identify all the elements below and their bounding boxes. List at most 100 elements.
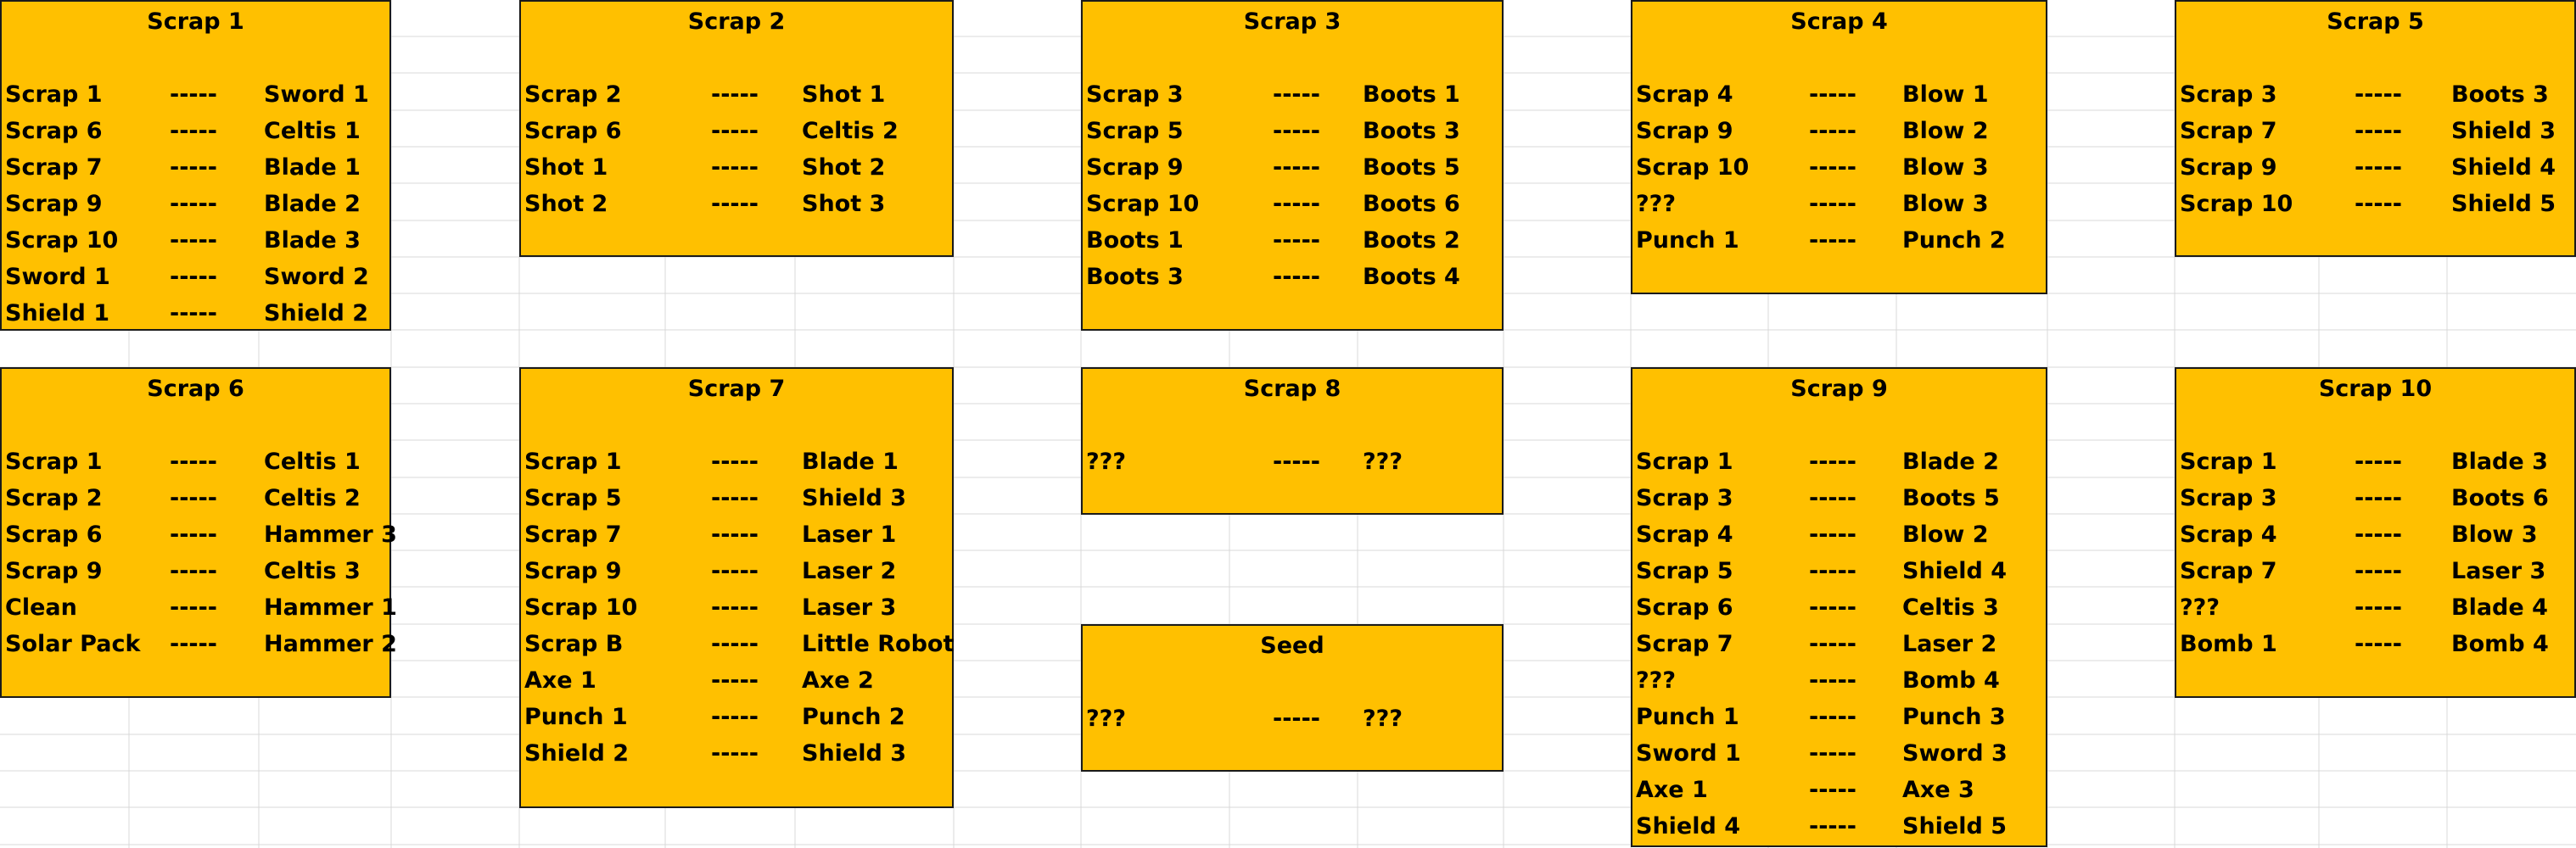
recipe-row: Bomb 1 ----- Bomb 4	[2176, 626, 2574, 662]
input-item: Scrap 6	[5, 522, 103, 548]
recipe-row: Scrap 10 ----- Shield 5	[2176, 186, 2574, 222]
input-item: Scrap 3	[2180, 81, 2277, 108]
box-title: Scrap 10	[2318, 376, 2433, 402]
recipe-row: ??? -----???	[1083, 444, 1502, 480]
input-item: Scrap 4	[2180, 522, 2277, 548]
separator: -----	[1272, 191, 1321, 217]
box-title: Scrap 1	[147, 8, 244, 35]
separator: -----	[1808, 740, 1857, 767]
input-item: Shield 2	[524, 740, 630, 767]
input-item: Clean	[5, 594, 77, 621]
input-item: Scrap 2	[524, 81, 622, 108]
output-item: Sword 2	[264, 264, 369, 290]
output-item: Celtis 3	[1902, 594, 1999, 621]
separator: -----	[1808, 449, 1857, 475]
separator: -----	[1808, 154, 1857, 181]
input-item: Shot 2	[524, 191, 608, 217]
input-item: Scrap 1	[5, 449, 103, 475]
recipe-row: Shield 1 ----- Shield 2	[2, 295, 389, 332]
output-item: Hammer 1	[264, 594, 397, 621]
input-item: ???	[1086, 449, 1126, 475]
output-item: Boots 3	[2451, 81, 2549, 108]
output-item: Axe 3	[1902, 777, 1974, 803]
recipe-boxes: Scrap 1 Scrap 1 ----- Sword 1 Scrap 6 -----…	[0, 0, 2576, 848]
input-item: ???	[2180, 594, 2220, 621]
input-item: ???	[1086, 706, 1126, 732]
recipe-box: Scrap 2 Scrap 2 ----- Shot 1 Scrap 6 ----- C…	[519, 0, 954, 257]
separator: -----	[169, 449, 218, 475]
output-item: Shield 5	[2451, 191, 2556, 217]
output-item: Celtis 3	[264, 558, 361, 584]
recipe-row: Scrap 7 ----- Shield 3	[2176, 113, 2574, 149]
recipe-row: Axe 1 ----- Axe 3	[1632, 772, 2046, 808]
separator: -----	[2354, 485, 2403, 511]
output-item: Blow 3	[1902, 154, 1989, 181]
output-item: Punch 3	[1902, 704, 2006, 730]
separator: -----	[1808, 667, 1857, 694]
recipe-row: Scrap 7 ----- Blade 1	[2, 149, 389, 186]
input-item: Scrap 10	[2180, 191, 2293, 217]
recipe-row: Scrap 9 ----- Blow 2	[1632, 113, 2046, 149]
recipe-row: Scrap 2 ----- Shot 1	[521, 76, 952, 113]
input-item: Scrap 1	[5, 81, 103, 108]
output-item: Boots 2	[1363, 227, 1460, 254]
separator: -----	[169, 485, 218, 511]
separator: -----	[169, 81, 218, 108]
separator: -----	[169, 154, 218, 181]
separator: -----	[2354, 191, 2403, 217]
output-item: Boots 5	[1363, 154, 1460, 181]
output-item: Shield 4	[2451, 154, 2556, 181]
recipe-row: Scrap 1 ----- Celtis 1	[2, 444, 389, 480]
separator: -----	[2354, 118, 2403, 144]
input-item: Shield 4	[1636, 813, 1741, 840]
recipe-box: Scrap 5 Scrap 3 ----- Boots 3 Scrap 7 -----…	[2175, 0, 2576, 257]
recipe-box: Seed ??? -----???	[1081, 624, 1504, 772]
recipe-row: Scrap 4 ----- Blow 3	[2176, 516, 2574, 553]
recipe-box: Scrap 4 Scrap 4 ----- Blow 1 Scrap 9 ----- B…	[1631, 0, 2047, 294]
output-item: Blade 1	[264, 154, 361, 181]
input-item: Scrap B	[524, 631, 624, 657]
recipe-row: Scrap 3 ----- Boots 6	[2176, 480, 2574, 516]
input-item: Axe 1	[524, 667, 596, 694]
recipe-box: Scrap 8 ??? -----???	[1081, 367, 1504, 515]
output-item: Blow 2	[1902, 118, 1989, 144]
output-item: Shield 3	[2451, 118, 2556, 144]
input-item: Scrap 1	[524, 449, 622, 475]
separator: -----	[710, 522, 759, 548]
output-item: Little Robot	[802, 631, 955, 657]
output-item: Boots 4	[1363, 264, 1460, 290]
separator: -----	[1272, 264, 1321, 290]
separator: -----	[2354, 558, 2403, 584]
recipe-row: Shot 1 ----- Shot 2	[521, 149, 952, 186]
recipe-row: Scrap 10 ----- Blade 3	[2, 222, 389, 259]
separator: -----	[169, 264, 218, 290]
output-item: Shot 3	[802, 191, 886, 217]
recipe-row: Scrap 4 ----- Blow 2	[1632, 516, 2046, 553]
output-item: Blade 3	[2451, 449, 2548, 475]
separator: -----	[710, 594, 759, 621]
input-item: Shield 1	[5, 300, 110, 326]
separator: -----	[2354, 154, 2403, 181]
recipe-row: Scrap 6 ----- Celtis 1	[2, 113, 389, 149]
input-item: Scrap 3	[1636, 485, 1733, 511]
recipe-row: Scrap 1 ----- Blade 1	[521, 444, 952, 480]
output-item: Hammer 3	[264, 522, 397, 548]
box-title: Scrap 4	[1790, 8, 1888, 35]
input-item: ???	[1636, 667, 1676, 694]
recipe-row: Scrap 9 ----- Shield 4	[2176, 149, 2574, 186]
input-item: Scrap 10	[524, 594, 638, 621]
output-item: Boots 6	[2451, 485, 2549, 511]
recipe-row: Scrap 2 ----- Celtis 2	[2, 480, 389, 516]
recipe-row: ??? ----- Blade 4	[2176, 589, 2574, 626]
input-item: ???	[1636, 191, 1676, 217]
separator: -----	[710, 118, 759, 144]
output-item: Boots 6	[1363, 191, 1460, 217]
input-item: Scrap 3	[2180, 485, 2277, 511]
recipe-row: Shield 2 ----- Shield 3	[521, 735, 952, 772]
separator: -----	[2354, 81, 2403, 108]
input-item: Punch 1	[1636, 227, 1739, 254]
recipe-row: Shield 4 ----- Shield 5	[1632, 808, 2046, 845]
box-title: Scrap 3	[1243, 8, 1341, 35]
input-item: Sword 1	[5, 264, 110, 290]
recipe-row: Boots 1 ----- Boots 2	[1083, 222, 1502, 259]
